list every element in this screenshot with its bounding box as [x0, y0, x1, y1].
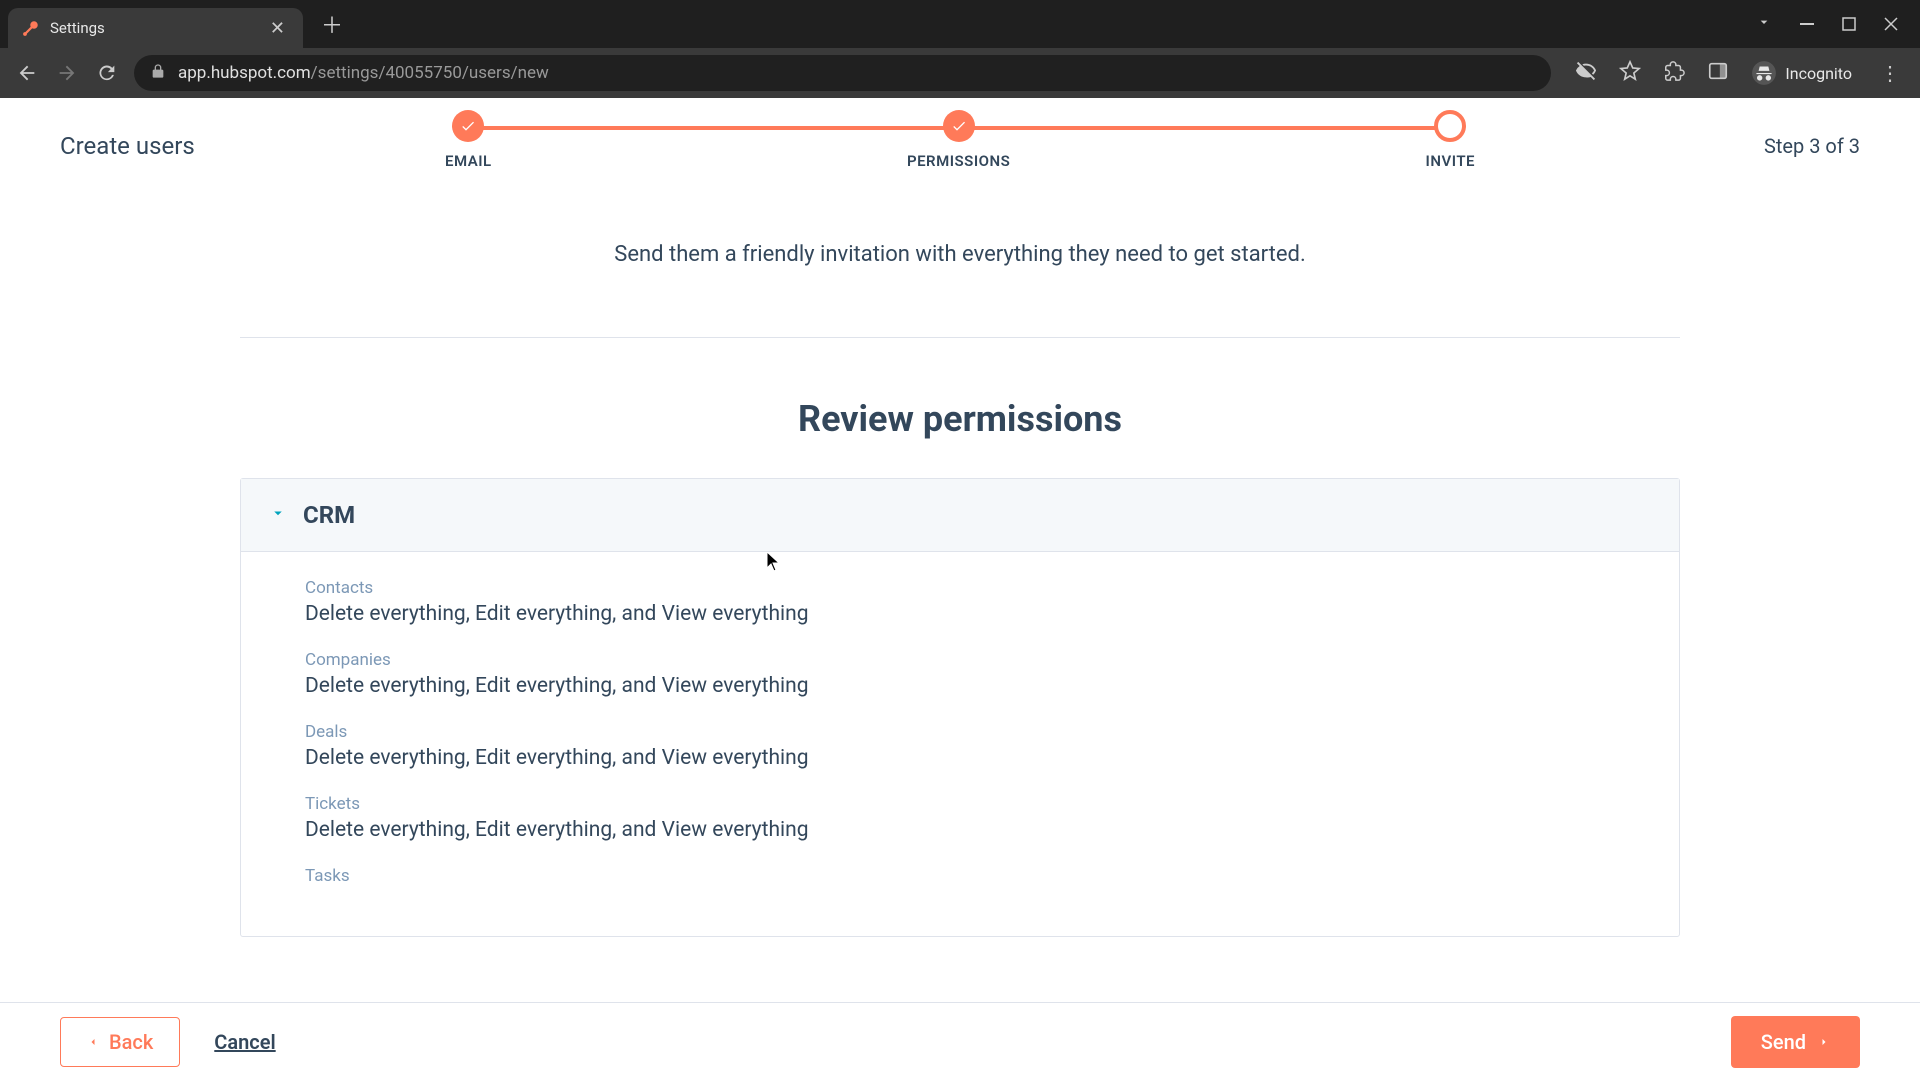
- chevron-left-icon: [87, 1033, 99, 1051]
- step-email[interactable]: EMAIL: [445, 110, 492, 170]
- extensions-icon[interactable]: [1663, 60, 1685, 86]
- browser-tab[interactable]: Settings ✕: [8, 8, 303, 48]
- permission-item: Companies Delete everything, Edit everyt…: [305, 650, 1615, 698]
- permission-item: Tickets Delete everything, Edit everythi…: [305, 794, 1615, 842]
- step-invite[interactable]: INVITE: [1426, 110, 1475, 170]
- invite-subtitle: Send them a friendly invitation with eve…: [0, 242, 1920, 267]
- progress-stepper: EMAIL PERMISSIONS INVITE: [0, 110, 1920, 170]
- review-permissions-heading: Review permissions: [240, 398, 1680, 440]
- address-bar[interactable]: app.hubspot.com/settings/40055750/users/…: [134, 55, 1551, 91]
- permission-item-label: Tickets: [305, 794, 1615, 814]
- eye-off-icon[interactable]: [1575, 60, 1597, 86]
- permission-item-label: Contacts: [305, 578, 1615, 598]
- app-root: Create users EMAIL PE: [0, 98, 1920, 1080]
- content-wrap: Review permissions CRM Contacts Delete e…: [240, 337, 1680, 937]
- step-done-icon: [452, 110, 484, 142]
- step-label: PERMISSIONS: [907, 152, 1010, 170]
- main-scroll-area[interactable]: Send them a friendly invitation with eve…: [0, 194, 1920, 1002]
- step-done-icon: [943, 110, 975, 142]
- chevron-down-icon: [269, 504, 287, 526]
- nav-forward-button[interactable]: [54, 60, 80, 86]
- permission-item-label: Deals: [305, 722, 1615, 742]
- nav-reload-button[interactable]: [94, 60, 120, 86]
- hubspot-favicon-icon: [22, 19, 40, 37]
- send-button-label: Send: [1761, 1030, 1806, 1054]
- permission-item-label: Tasks: [305, 866, 1615, 886]
- permission-item-value: Delete everything, Edit everything, and …: [305, 602, 1615, 626]
- tab-search-icon[interactable]: [1756, 14, 1772, 35]
- section-divider: [240, 337, 1680, 338]
- nav-back-button[interactable]: [14, 60, 40, 86]
- step-label: INVITE: [1426, 152, 1475, 170]
- window-minimize-button[interactable]: [1800, 17, 1814, 31]
- step-label: EMAIL: [445, 152, 492, 170]
- bookmark-star-icon[interactable]: [1619, 60, 1641, 86]
- browser-tab-strip: Settings ✕ ＋: [0, 0, 1920, 48]
- incognito-label: Incognito: [1785, 64, 1852, 83]
- back-button-label: Back: [109, 1030, 153, 1054]
- permission-item-label: Companies: [305, 650, 1615, 670]
- step-permissions[interactable]: PERMISSIONS: [907, 110, 1010, 170]
- url-path: /settings/40055750/users/new: [311, 63, 549, 83]
- url-text: app.hubspot.com/settings/40055750/users/…: [178, 63, 549, 83]
- permission-item-value: Delete everything, Edit everything, and …: [305, 746, 1615, 770]
- toolbar-right-icons: Incognito ⋮: [1565, 60, 1906, 86]
- page-header: Create users EMAIL PE: [0, 98, 1920, 194]
- permission-item-value: Delete everything, Edit everything, and …: [305, 674, 1615, 698]
- window-close-button[interactable]: [1884, 17, 1898, 31]
- window-maximize-button[interactable]: [1842, 17, 1856, 31]
- permissions-section-body: Contacts Delete everything, Edit everyth…: [241, 552, 1679, 936]
- cancel-button[interactable]: Cancel: [214, 1030, 275, 1054]
- incognito-indicator[interactable]: Incognito: [1751, 60, 1852, 86]
- lock-icon: [150, 63, 166, 83]
- url-host: app.hubspot.com: [178, 63, 311, 83]
- send-button[interactable]: Send: [1731, 1016, 1860, 1068]
- permissions-section-crm: CRM Contacts Delete everything, Edit eve…: [240, 478, 1680, 937]
- window-controls: [1756, 14, 1920, 35]
- permissions-section-toggle[interactable]: CRM: [241, 479, 1679, 552]
- wizard-footer: Back Cancel Send: [0, 1002, 1920, 1080]
- permission-item: Deals Delete everything, Edit everything…: [305, 722, 1615, 770]
- side-panel-icon[interactable]: [1707, 60, 1729, 86]
- browser-toolbar: app.hubspot.com/settings/40055750/users/…: [0, 48, 1920, 98]
- new-tab-button[interactable]: ＋: [321, 8, 343, 40]
- permission-item-value: Delete everything, Edit everything, and …: [305, 818, 1615, 842]
- step-current-icon: [1434, 110, 1466, 142]
- back-button[interactable]: Back: [60, 1017, 180, 1067]
- permissions-section-title: CRM: [303, 501, 355, 529]
- permission-item: Tasks: [305, 866, 1615, 886]
- close-tab-icon[interactable]: ✕: [266, 18, 289, 39]
- browser-menu-button[interactable]: ⋮: [1874, 61, 1906, 85]
- permission-item: Contacts Delete everything, Edit everyth…: [305, 578, 1615, 626]
- tab-title: Settings: [50, 19, 256, 37]
- chevron-right-icon: [1818, 1033, 1830, 1051]
